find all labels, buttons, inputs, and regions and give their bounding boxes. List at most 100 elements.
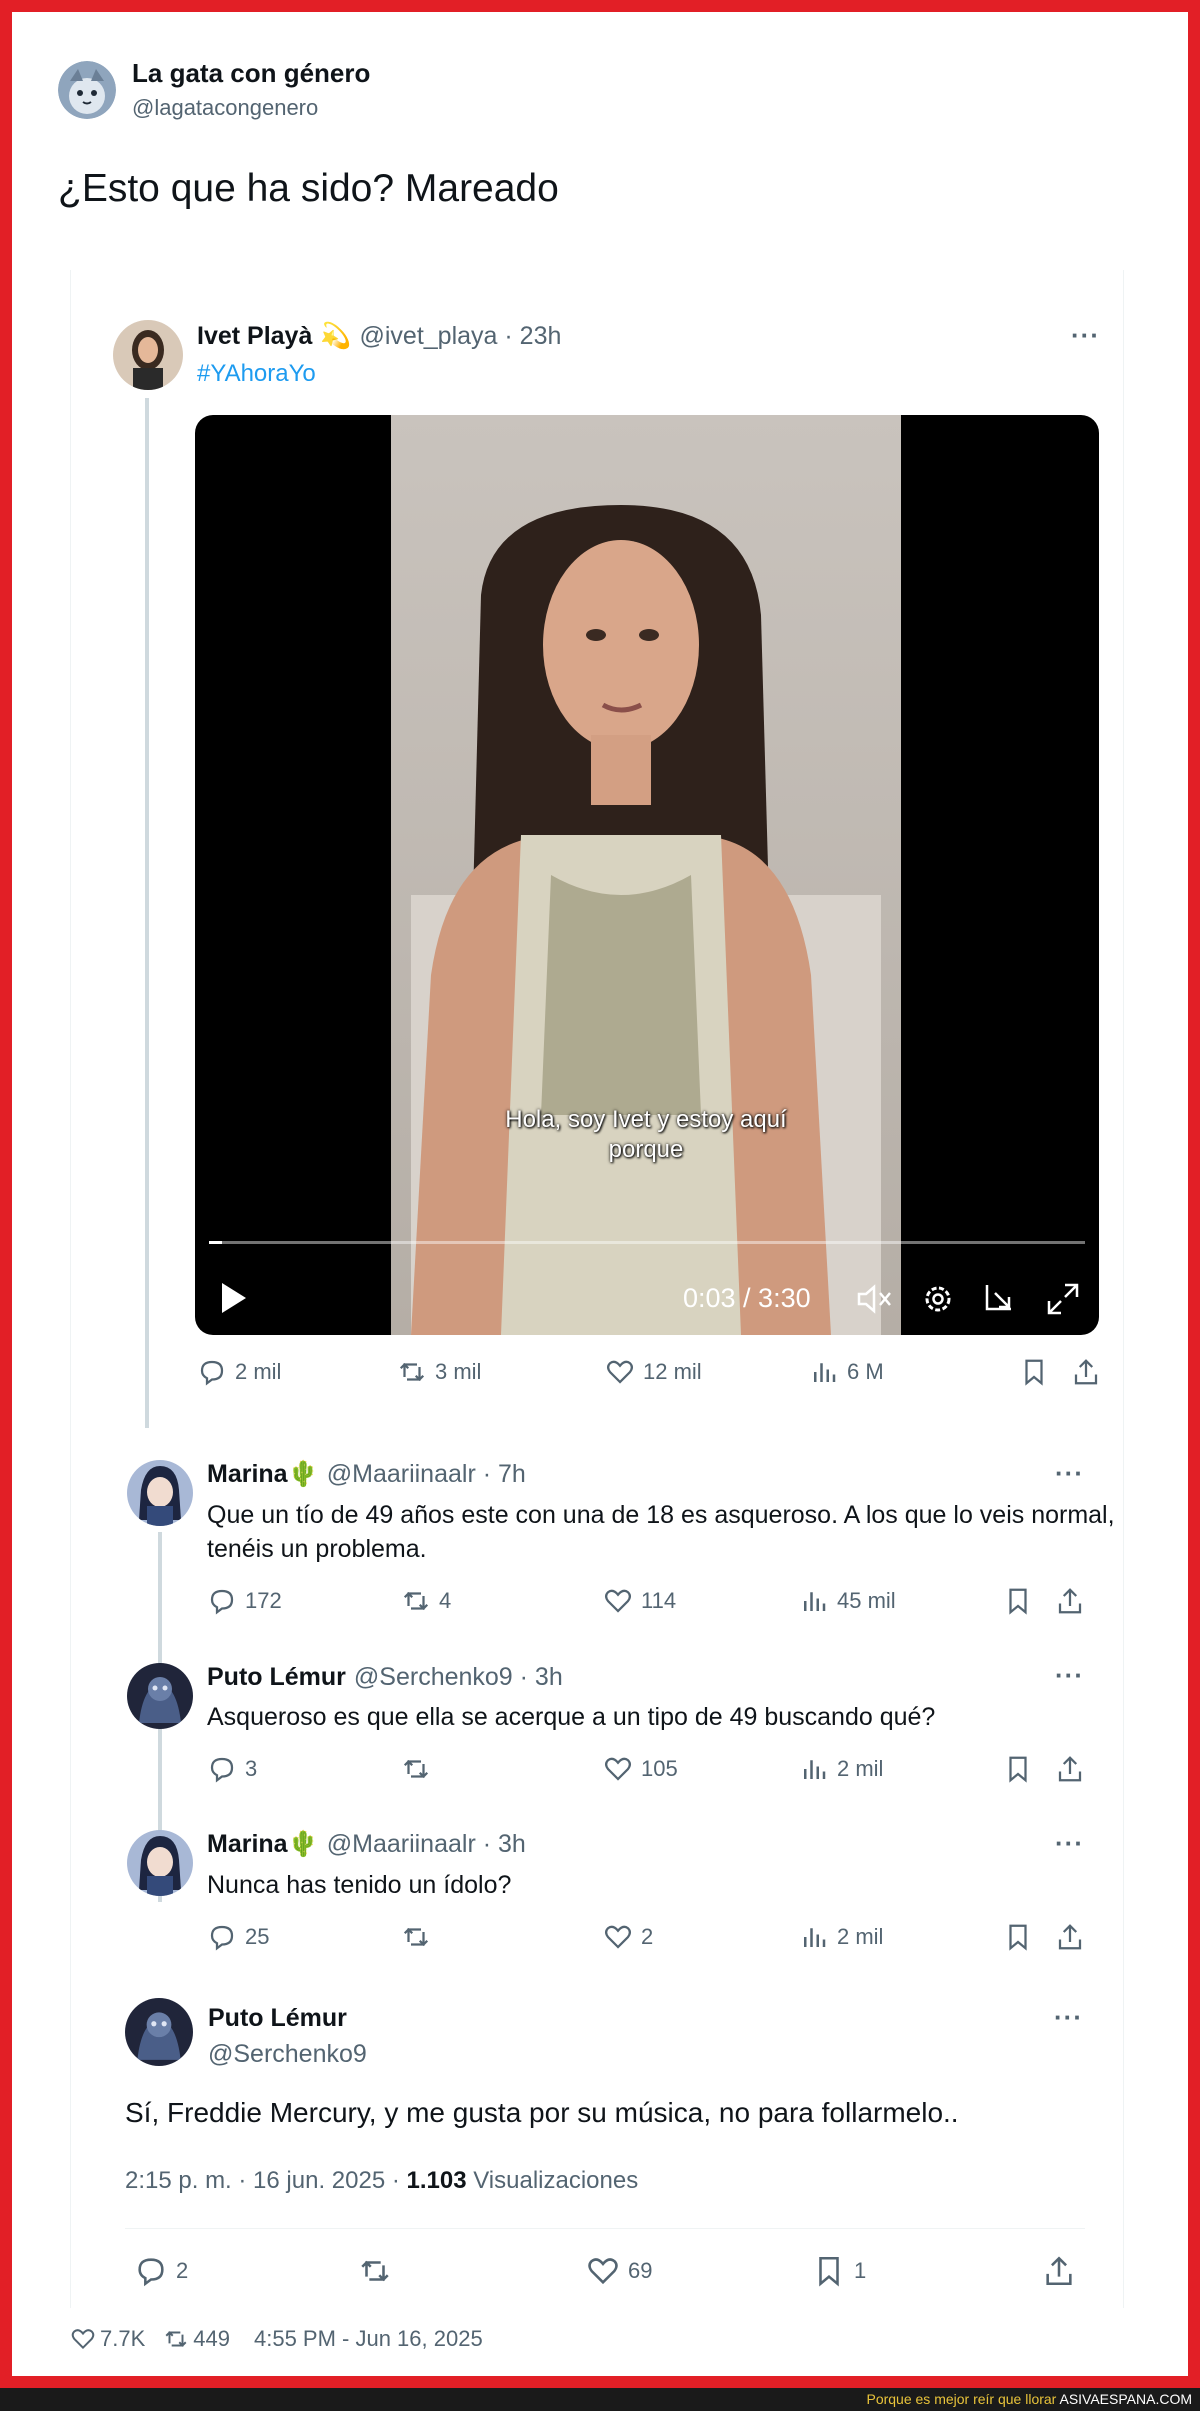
footer-site-link[interactable]: ASIVAESPANA.COM — [1059, 2391, 1192, 2407]
retweet-button[interactable] — [401, 1754, 439, 1784]
reply-handle-time[interactable]: @Maariinaalr · 3h — [327, 1830, 526, 1859]
focus-reply-text: Sí, Freddie Mercury, y me gusta por su m… — [125, 2097, 959, 2128]
reply-text: Nunca has tenido un ídolo? — [207, 1871, 512, 1899]
subtitle-line: porque — [608, 1136, 684, 1163]
video-frame-image — [391, 415, 901, 1335]
like-button[interactable]: 12 mil — [605, 1357, 702, 1387]
bookmark-count: 1 — [854, 2258, 867, 2283]
more-options-icon[interactable]: ··· — [1071, 320, 1100, 351]
hashtag-link[interactable]: #YAhoraYo — [197, 360, 316, 388]
more-options-icon[interactable]: ··· — [1054, 2002, 1083, 2033]
heart-icon — [605, 1925, 631, 1949]
reply-author-name[interactable]: Marina — [207, 1830, 288, 1859]
author-handle[interactable]: @lagatacongenero — [132, 95, 370, 121]
like-button[interactable]: 114 — [603, 1586, 676, 1616]
focus-author-handle[interactable]: @Serchenko9 — [208, 2040, 367, 2069]
heart-icon — [588, 2258, 618, 2285]
red-frame: La gata con género @lagatacongenero ¿Est… — [0, 0, 1200, 2388]
bookmark-icon — [1009, 1588, 1027, 1615]
fullscreen-icon[interactable] — [1043, 1279, 1083, 1319]
mute-icon[interactable] — [855, 1279, 895, 1319]
reply-author-name[interactable]: Marina — [207, 1460, 288, 1489]
marina-avatar[interactable] — [127, 1460, 193, 1526]
video-player[interactable]: Hola, soy Ivet y estoy aquí porque 0:03 … — [195, 415, 1099, 1335]
views-button[interactable]: 2 mil — [799, 1754, 883, 1784]
puto-lemur-avatar[interactable] — [127, 1663, 193, 1729]
views-button[interactable]: 6 M — [809, 1357, 884, 1387]
site-footer: Porque es mejor reír que llorar ASIVAESP… — [0, 2388, 1200, 2411]
retweet-button[interactable] — [358, 2254, 400, 2288]
views-button[interactable]: 2 mil — [799, 1922, 883, 1952]
bookmark-button[interactable] — [1019, 1357, 1057, 1387]
retweet-icon — [403, 1591, 429, 1611]
reply-handle-time[interactable]: @Serchenko9 · 3h — [354, 1663, 563, 1692]
like-button[interactable]: 2 — [603, 1922, 653, 1952]
views-chart-icon — [814, 1363, 836, 1382]
heart-icon[interactable] — [70, 2326, 96, 2352]
retweet-button[interactable]: 4 — [401, 1586, 451, 1616]
focus-views-label: Visualizaciones — [466, 2167, 639, 2194]
like-button[interactable]: 105 — [603, 1754, 678, 1784]
views-chart-icon — [804, 1592, 826, 1611]
focus-timestamp[interactable]: 2:15 p. m. · 16 jun. 2025 · — [125, 2167, 407, 2194]
play-icon[interactable] — [219, 1281, 249, 1315]
reply-button[interactable]: 3 — [207, 1754, 257, 1784]
main-like-count: 7.7K — [100, 2326, 146, 2351]
bookmark-button[interactable] — [1003, 1922, 1041, 1952]
bookmark-button[interactable] — [1003, 1754, 1041, 1784]
reply-count: 2 mil — [235, 1359, 282, 1384]
marina-avatar[interactable] — [127, 1830, 193, 1896]
focus-author-name[interactable]: Puto Lémur — [208, 2004, 347, 2033]
main-tweet-author: La gata con género @lagatacongenero — [58, 58, 370, 121]
share-icon — [1058, 1756, 1082, 1782]
share-button[interactable] — [1055, 1586, 1093, 1616]
main-timestamp[interactable]: 4:55 PM - Jun 16, 2025 — [254, 2326, 483, 2352]
retweet-button[interactable] — [401, 1922, 439, 1952]
share-button[interactable] — [1055, 1754, 1093, 1784]
video-time: 0:03 / 3:30 — [683, 1283, 811, 1313]
views-chart-icon — [804, 1928, 826, 1947]
reply-author-name[interactable]: Puto Lémur — [207, 1663, 346, 1692]
like-count: 105 — [641, 1756, 678, 1781]
star-emoji-icon: 💫 — [320, 322, 352, 350]
reply-button[interactable]: 172 — [207, 1586, 282, 1616]
heart-icon — [607, 1360, 633, 1384]
retweet-icon — [403, 1927, 429, 1947]
focus-views-count: 1.103 — [406, 2167, 467, 2194]
author-avatar[interactable] — [58, 60, 116, 119]
picture-in-picture-icon[interactable] — [981, 1279, 1021, 1319]
share-icon — [1074, 1359, 1098, 1385]
author-name[interactable]: La gata con género — [132, 58, 370, 89]
settings-gear-icon[interactable] — [918, 1279, 958, 1319]
ivet-avatar[interactable] — [113, 320, 183, 390]
more-options-icon[interactable]: ··· — [1055, 1660, 1084, 1691]
reply-handle-time[interactable]: @Maariinaalr · 7h — [327, 1460, 526, 1489]
more-options-icon[interactable]: ··· — [1055, 1828, 1084, 1859]
focus-meta: 2:15 p. m. · 16 jun. 2025 · 1.103 Visual… — [125, 2167, 638, 2195]
share-button[interactable] — [1055, 1922, 1093, 1952]
retweet-button[interactable]: 3 mil — [397, 1357, 481, 1387]
more-options-icon[interactable]: ··· — [1055, 1458, 1084, 1489]
views-button[interactable]: 45 mil — [799, 1586, 896, 1616]
quoted-handle-time[interactable]: @ivet_playa · 23h — [360, 322, 562, 351]
share-button[interactable] — [1042, 2254, 1084, 2288]
main-tweet-text: ¿Esto que ha sido? Mareado — [58, 167, 559, 210]
reply-text: Asqueroso es que ella se acerque a un ti… — [207, 1703, 936, 1731]
quoted-author-name[interactable]: Ivet Playà — [197, 322, 312, 351]
like-button[interactable]: 69 — [586, 2254, 652, 2288]
video-subtitle: Hola, soy Ivet y estoy aquí porque — [391, 1105, 901, 1165]
retweet-icon[interactable] — [163, 2326, 189, 2352]
reply-count: 25 — [245, 1924, 270, 1949]
bookmark-button[interactable] — [1003, 1586, 1041, 1616]
like-count: 2 — [641, 1924, 654, 1949]
bookmark-icon — [1025, 1359, 1043, 1386]
reply-button[interactable]: 25 — [207, 1922, 269, 1952]
share-button[interactable] — [1071, 1357, 1109, 1387]
reply-button[interactable]: 2 — [134, 2254, 188, 2288]
reply-button[interactable]: 2 mil — [197, 1357, 281, 1387]
reply-text: Que un tío de 49 años este con una de 18… — [207, 1501, 1115, 1563]
reply-header: Marina 🌵 @Maariinaalr · 7h — [207, 1460, 526, 1489]
video-progress-bar[interactable] — [209, 1241, 1085, 1244]
bookmark-button[interactable]: 1 — [812, 2254, 866, 2288]
puto-lemur-avatar[interactable] — [125, 1998, 193, 2066]
